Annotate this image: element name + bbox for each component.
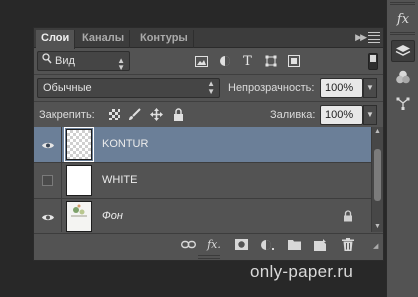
lock-icon	[343, 210, 353, 225]
divider	[61, 199, 62, 232]
layer-name[interactable]: WHITE	[102, 174, 137, 186]
layer-thumbnail	[64, 127, 94, 162]
eye-icon[interactable]	[40, 210, 56, 224]
fx-icon: fx	[396, 11, 410, 27]
filter-kind-label: Вид	[55, 55, 75, 67]
tab-paths[interactable]: Контуры	[135, 30, 194, 48]
styles-panel-button[interactable]: fx	[391, 8, 415, 30]
double-chevron-right-icon[interactable]: ▶▶	[355, 32, 367, 43]
layers-bottom-toolbar: fx. ◢	[34, 233, 383, 254]
filter-toggle-switch[interactable]	[368, 53, 378, 70]
layer-thumbnail	[66, 165, 92, 196]
panel-tab-bar: Слои Каналы Контуры ▶▶	[34, 28, 383, 49]
layers-icon	[395, 45, 411, 56]
adjustment-icon[interactable]	[259, 238, 275, 251]
divider	[61, 163, 62, 199]
divider	[34, 101, 383, 102]
layer-row-white[interactable]: WHITE	[34, 163, 371, 199]
lock-label: Закрепить:	[39, 109, 95, 121]
trash-icon[interactable]	[340, 238, 356, 251]
scroll-down-icon[interactable]: ▼	[372, 222, 383, 232]
scroll-thumb[interactable]	[374, 149, 381, 201]
layer-row-kontur[interactable]: KONTUR	[34, 127, 371, 163]
new-layer-icon[interactable]	[312, 238, 328, 251]
tab-channels[interactable]: Каналы	[77, 30, 131, 48]
lock-icon[interactable]	[173, 108, 184, 121]
panel-resize-grip[interactable]	[198, 255, 220, 259]
opacity-input[interactable]: 100%	[320, 78, 363, 98]
chevron-down-icon[interactable]: ▼	[363, 78, 377, 98]
channels-icon	[396, 70, 410, 84]
divider	[61, 127, 62, 163]
lock-transparent-icon[interactable]	[109, 109, 120, 120]
mask-icon[interactable]	[233, 238, 249, 251]
layer-name[interactable]: KONTUR	[102, 138, 148, 150]
layer-thumbnail	[66, 201, 92, 232]
brush-icon[interactable]	[128, 108, 141, 121]
layer-row-background[interactable]: Фон	[34, 199, 371, 232]
type-filter-icon[interactable]: T	[240, 54, 255, 69]
link-icon[interactable]	[180, 238, 196, 251]
right-dock: fx	[386, 0, 418, 297]
fx-icon[interactable]: fx.	[206, 238, 222, 251]
fill-label: Заливка:	[270, 109, 316, 121]
fill-input[interactable]: 100%	[320, 105, 363, 125]
dock-grip[interactable]	[390, 2, 415, 5]
panel-menu-icon[interactable]	[368, 31, 380, 44]
layers-scrollbar[interactable]: ▲ ▼	[371, 127, 383, 232]
dock-grip[interactable]	[390, 32, 415, 35]
eye-icon[interactable]	[40, 138, 56, 152]
layers-list: KONTUR WHITE Фон	[34, 127, 371, 232]
chevron-down-icon[interactable]: ▼	[363, 105, 377, 125]
resize-corner-icon[interactable]: ◢	[373, 242, 378, 250]
scroll-up-icon[interactable]: ▲	[372, 127, 383, 137]
watermark-text: only-paper.ru	[250, 262, 354, 281]
opacity-label: Непрозрачность:	[228, 82, 315, 94]
paths-icon	[396, 97, 410, 110]
folder-icon[interactable]	[286, 238, 302, 251]
shape-filter-icon[interactable]	[263, 54, 278, 68]
channels-panel-button[interactable]	[391, 66, 415, 88]
move-icon[interactable]	[150, 108, 163, 121]
adjustment-filter-icon[interactable]	[217, 54, 232, 68]
blend-mode-select[interactable]: Обычные ▲ ▼	[37, 78, 220, 98]
layers-panel-button[interactable]	[391, 40, 415, 62]
image-filter-icon[interactable]	[194, 54, 209, 68]
search-icon	[42, 52, 52, 70]
filter-kind-select[interactable]: Вид ▲ ▼	[37, 51, 130, 72]
paths-panel-button[interactable]	[391, 92, 415, 114]
tab-layers[interactable]: Слои	[36, 30, 76, 49]
blend-mode-value: Обычные	[43, 82, 92, 94]
layer-name[interactable]: Фон	[102, 210, 123, 222]
visibility-toggle[interactable]	[42, 175, 53, 186]
updown-icon: ▼	[207, 87, 215, 96]
layers-panel: Слои Каналы Контуры ▶▶ Вид ▲ ▼ T Обычные…	[33, 27, 384, 261]
smart-object-filter-icon[interactable]	[286, 54, 301, 68]
